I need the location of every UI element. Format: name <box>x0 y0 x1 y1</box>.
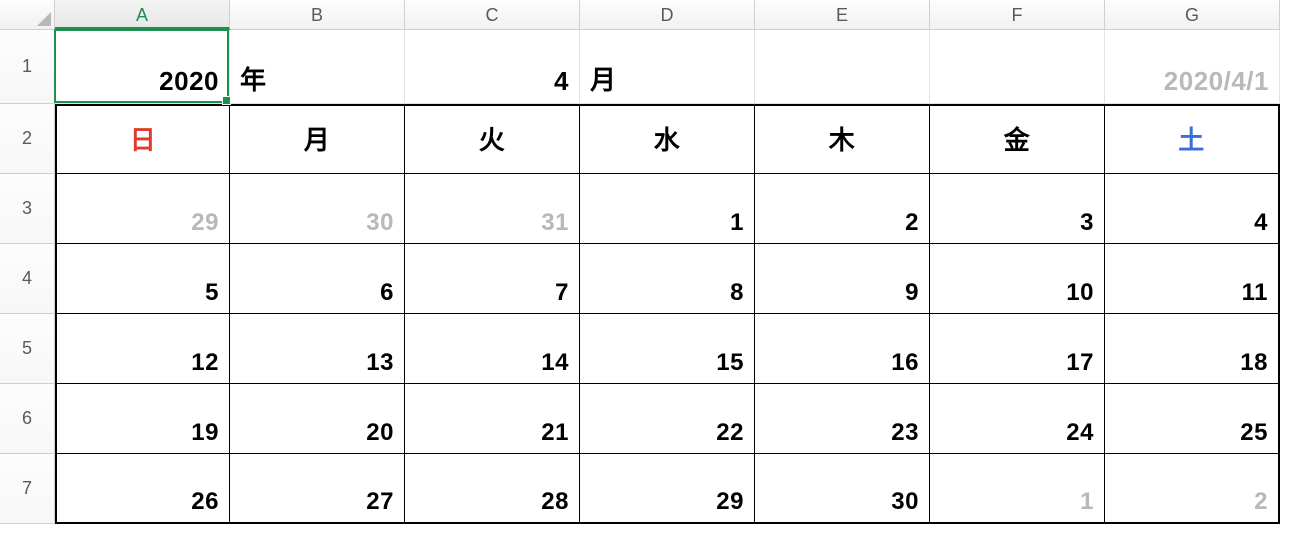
column-header-E[interactable]: E <box>755 0 930 30</box>
row-header-3[interactable]: 3 <box>0 174 55 244</box>
select-all-corner[interactable] <box>0 0 55 30</box>
row-header-1[interactable]: 1 <box>0 30 55 104</box>
calendar-day-r3-c4[interactable]: 1 <box>580 174 755 244</box>
weekday-header-0[interactable]: 日 <box>55 104 230 174</box>
cell-F1[interactable] <box>930 30 1105 104</box>
row-header-4[interactable]: 4 <box>0 244 55 314</box>
calendar-day-r7-c2[interactable]: 27 <box>230 454 405 524</box>
calendar-day-r5-c6[interactable]: 17 <box>930 314 1105 384</box>
calendar-day-r6-c4[interactable]: 22 <box>580 384 755 454</box>
cell-G1-date-text[interactable]: 2020/4/1 <box>1105 30 1280 104</box>
column-header-B[interactable]: B <box>230 0 405 30</box>
calendar-day-r4-c6[interactable]: 10 <box>930 244 1105 314</box>
calendar-day-r6-c2[interactable]: 20 <box>230 384 405 454</box>
row-header-6[interactable]: 6 <box>0 384 55 454</box>
calendar-day-r3-c6[interactable]: 3 <box>930 174 1105 244</box>
calendar-day-r3-c7[interactable]: 4 <box>1105 174 1280 244</box>
calendar-day-r5-c1[interactable]: 12 <box>55 314 230 384</box>
calendar-day-r6-c1[interactable]: 19 <box>55 384 230 454</box>
calendar-day-r4-c3[interactable]: 7 <box>405 244 580 314</box>
calendar-day-r3-c3[interactable]: 31 <box>405 174 580 244</box>
calendar-day-r4-c4[interactable]: 8 <box>580 244 755 314</box>
column-headers: ABCDEFG <box>55 0 1280 30</box>
weekday-header-5[interactable]: 金 <box>930 104 1105 174</box>
calendar-day-r6-c7[interactable]: 25 <box>1105 384 1280 454</box>
cell-grid: 2020年4月2020/4/1日月火水木金土293031123456789101… <box>55 30 1280 524</box>
weekday-header-2[interactable]: 火 <box>405 104 580 174</box>
calendar-day-r5-c3[interactable]: 14 <box>405 314 580 384</box>
calendar-day-r4-c7[interactable]: 11 <box>1105 244 1280 314</box>
column-header-C[interactable]: C <box>405 0 580 30</box>
spreadsheet-viewport: ABCDEFG 1234567 2020年4月2020/4/1日月火水木金土29… <box>0 0 1300 559</box>
row-header-7[interactable]: 7 <box>0 454 55 524</box>
calendar-day-r5-c4[interactable]: 15 <box>580 314 755 384</box>
calendar-day-r3-c5[interactable]: 2 <box>755 174 930 244</box>
calendar-day-r6-c3[interactable]: 21 <box>405 384 580 454</box>
calendar-day-r6-c5[interactable]: 23 <box>755 384 930 454</box>
calendar-day-r5-c7[interactable]: 18 <box>1105 314 1280 384</box>
calendar-day-r7-c7[interactable]: 2 <box>1105 454 1280 524</box>
cell-B1-year-label[interactable]: 年 <box>230 30 405 104</box>
column-header-D[interactable]: D <box>580 0 755 30</box>
column-header-A[interactable]: A <box>55 0 230 30</box>
column-header-F[interactable]: F <box>930 0 1105 30</box>
weekday-header-1[interactable]: 月 <box>230 104 405 174</box>
cell-D1-month-label[interactable]: 月 <box>580 30 755 104</box>
calendar-day-r4-c2[interactable]: 6 <box>230 244 405 314</box>
weekday-header-6[interactable]: 土 <box>1105 104 1280 174</box>
calendar-day-r7-c1[interactable]: 26 <box>55 454 230 524</box>
weekday-header-4[interactable]: 木 <box>755 104 930 174</box>
calendar-day-r6-c6[interactable]: 24 <box>930 384 1105 454</box>
calendar-day-r4-c5[interactable]: 9 <box>755 244 930 314</box>
calendar-day-r7-c4[interactable]: 29 <box>580 454 755 524</box>
calendar-day-r5-c2[interactable]: 13 <box>230 314 405 384</box>
cell-E1[interactable] <box>755 30 930 104</box>
row-headers: 1234567 <box>0 30 55 524</box>
calendar-day-r7-c5[interactable]: 30 <box>755 454 930 524</box>
row-header-5[interactable]: 5 <box>0 314 55 384</box>
row-header-2[interactable]: 2 <box>0 104 55 174</box>
calendar-day-r5-c5[interactable]: 16 <box>755 314 930 384</box>
calendar-day-r7-c3[interactable]: 28 <box>405 454 580 524</box>
weekday-header-3[interactable]: 水 <box>580 104 755 174</box>
column-header-G[interactable]: G <box>1105 0 1280 30</box>
calendar-day-r4-c1[interactable]: 5 <box>55 244 230 314</box>
cell-A1-year-value[interactable]: 2020 <box>55 30 230 104</box>
calendar-day-r7-c6[interactable]: 1 <box>930 454 1105 524</box>
calendar-day-r3-c1[interactable]: 29 <box>55 174 230 244</box>
cell-C1-month-value[interactable]: 4 <box>405 30 580 104</box>
calendar-day-r3-c2[interactable]: 30 <box>230 174 405 244</box>
